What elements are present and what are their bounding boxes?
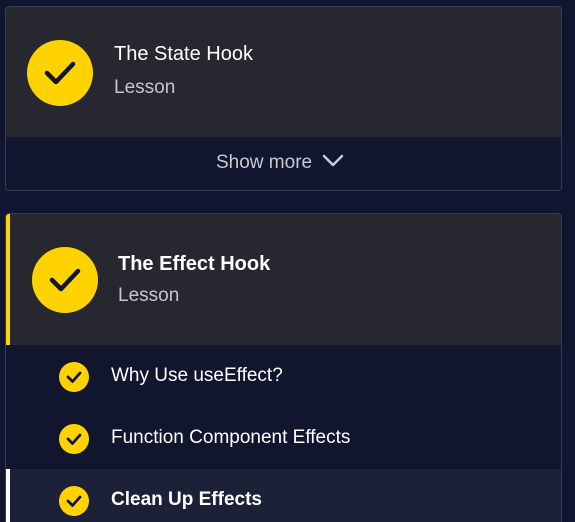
lesson-item-label: Clean Up Effects bbox=[111, 489, 262, 510]
check-circle-icon bbox=[59, 362, 89, 392]
module-type: Lesson bbox=[118, 285, 180, 306]
module-title: The State Hook bbox=[114, 43, 253, 65]
course-syllabus-panel: The State Hook Lesson Show more The Effe… bbox=[0, 0, 575, 522]
active-module-indicator bbox=[6, 214, 10, 345]
lesson-item-current[interactable]: Clean Up Effects bbox=[6, 469, 561, 522]
check-circle-icon bbox=[59, 424, 89, 454]
current-item-indicator bbox=[6, 469, 10, 522]
module-header-state-hook[interactable]: The State Hook Lesson bbox=[6, 7, 561, 138]
check-circle-icon bbox=[27, 40, 93, 106]
show-more-button[interactable]: Show more bbox=[6, 137, 561, 190]
lesson-item[interactable]: Why Use useEffect? bbox=[6, 345, 561, 407]
lesson-item-label: Why Use useEffect? bbox=[111, 365, 283, 386]
module-type: Lesson bbox=[114, 77, 176, 98]
lesson-item-label: Function Component Effects bbox=[111, 427, 351, 448]
module-card-effect-hook: The Effect Hook Lesson Why Use useEffect… bbox=[5, 213, 562, 522]
module-card-state-hook: The State Hook Lesson Show more bbox=[5, 6, 562, 191]
check-circle-icon bbox=[32, 247, 98, 313]
module-header-effect-hook[interactable]: The Effect Hook Lesson bbox=[6, 214, 561, 345]
check-circle-icon bbox=[59, 486, 89, 516]
show-more-label: Show more bbox=[216, 152, 313, 173]
lesson-item[interactable]: Function Component Effects bbox=[6, 407, 561, 469]
chevron-down-icon bbox=[322, 154, 344, 173]
module-title: The Effect Hook bbox=[118, 253, 271, 275]
